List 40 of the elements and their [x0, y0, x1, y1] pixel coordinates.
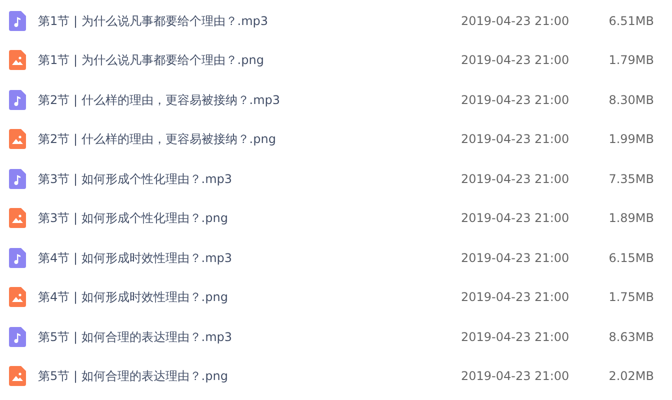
- file-name[interactable]: 第3节 | 如何形成个性化理由？.png: [38, 209, 458, 228]
- file-name[interactable]: 第2节 | 什么样的理由，更容易被接纳？.png: [38, 130, 458, 148]
- file-size: 1.89MB: [608, 210, 654, 228]
- file-name[interactable]: 第3节 | 如何形成个性化理由？.mp3: [38, 170, 458, 188]
- file-size: 1.99MB: [608, 131, 654, 148]
- modified-date: 2019-04-23 21:00: [461, 210, 570, 228]
- image-file-icon: [9, 208, 26, 228]
- file-name[interactable]: 第1节 | 为什么说凡事都要给个理由？.png: [38, 51, 458, 70]
- file-name[interactable]: 第5节 | 如何合理的表达理由？.png: [38, 367, 458, 386]
- modified-date: 2019-04-23 21:00: [461, 92, 570, 109]
- image-file-icon: [9, 287, 26, 308]
- image-file-icon: [9, 50, 26, 70]
- modified-date: 2019-04-23 21:00: [461, 12, 570, 30]
- modified-date: 2019-04-23 21:00: [461, 250, 570, 267]
- file-name[interactable]: 第1节 | 为什么说凡事都要给个理由？.mp3: [38, 12, 458, 30]
- modified-date: 2019-04-23 21:00: [461, 52, 570, 70]
- file-size: 6.15MB: [608, 250, 654, 267]
- modified-date: 2019-04-23 21:00: [461, 170, 570, 188]
- file-name[interactable]: 第4节 | 如何形成时效性理由？.mp3: [38, 248, 458, 267]
- file-size: 2.02MB: [608, 368, 654, 386]
- music-file-icon: [9, 248, 26, 268]
- file-name[interactable]: 第5节 | 如何合理的表达理由？.mp3: [38, 328, 458, 346]
- file-name[interactable]: 第4节 | 如何形成时效性理由？.png: [38, 288, 458, 306]
- modified-date: 2019-04-23 21:00: [461, 131, 570, 148]
- modified-date: 2019-04-23 21:00: [461, 289, 570, 306]
- music-file-icon: [9, 326, 26, 347]
- modified-date: 2019-04-23 21:00: [461, 328, 570, 346]
- music-file-icon: [9, 10, 26, 31]
- image-file-icon: [9, 366, 26, 386]
- file-size: 7.35MB: [608, 170, 654, 188]
- modified-date: 2019-04-23 21:00: [461, 368, 570, 386]
- file-size: 8.63MB: [608, 328, 654, 346]
- file-size: 6.51MB: [608, 12, 654, 30]
- image-file-icon: [9, 129, 26, 150]
- file-name[interactable]: 第2节 | 什么样的理由，更容易被接纳？.mp3: [38, 90, 458, 109]
- music-file-icon: [9, 90, 26, 110]
- file-size: 8.30MB: [608, 92, 654, 109]
- music-file-icon: [9, 168, 26, 189]
- file-size: 1.79MB: [608, 52, 654, 70]
- file-size: 1.75MB: [608, 289, 654, 306]
